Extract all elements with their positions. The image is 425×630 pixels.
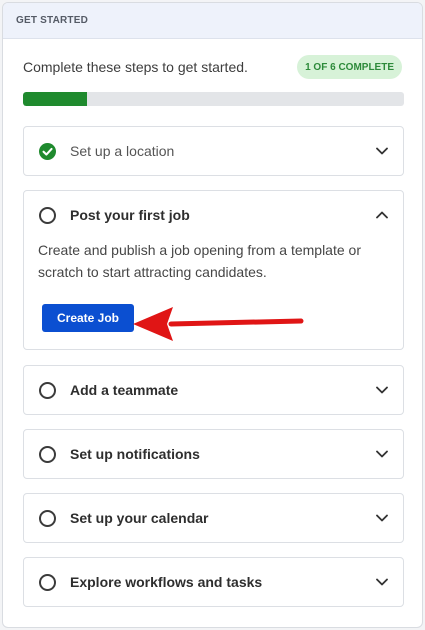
- empty-circle-icon: [39, 445, 56, 463]
- step-set-up-calendar[interactable]: Set up your calendar: [23, 493, 404, 543]
- chevron-down-icon[interactable]: [375, 575, 389, 589]
- create-job-button[interactable]: Create Job: [42, 304, 134, 332]
- chevron-up-icon[interactable]: [375, 208, 389, 222]
- step-header[interactable]: Explore workflows and tasks: [24, 558, 403, 606]
- step-label: Add a teammate: [70, 382, 179, 398]
- intro-row: Complete these steps to get started. 1 O…: [23, 54, 402, 80]
- step-header[interactable]: Post your first job: [24, 191, 403, 239]
- step-add-teammate[interactable]: Add a teammate: [23, 365, 404, 415]
- chevron-down-icon[interactable]: [375, 447, 389, 461]
- step-header[interactable]: Set up a location: [24, 127, 403, 175]
- chevron-down-icon[interactable]: [375, 511, 389, 525]
- annotation-arrow-icon: [133, 307, 304, 341]
- step-header[interactable]: Set up notifications: [24, 430, 403, 478]
- step-label: Set up a location: [70, 143, 175, 159]
- progress-badge: 1 OF 6 COMPLETE: [297, 55, 402, 79]
- step-set-up-location[interactable]: Set up a location: [23, 126, 404, 176]
- step-label: Set up notifications: [70, 446, 200, 462]
- step-description: Create and publish a job opening from a …: [38, 242, 361, 280]
- panel-title: GET STARTED: [16, 15, 89, 26]
- step-header[interactable]: Add a teammate: [24, 366, 403, 414]
- step-header[interactable]: Set up your calendar: [24, 494, 403, 542]
- panel-header: GET STARTED: [3, 3, 422, 39]
- step-explore-workflows[interactable]: Explore workflows and tasks: [23, 557, 404, 607]
- check-circle-icon: [39, 142, 56, 160]
- empty-circle-icon: [39, 381, 56, 399]
- step-body: Create and publish a job opening from a …: [24, 239, 403, 283]
- get-started-panel: GET STARTED Complete these steps to get …: [2, 2, 423, 628]
- chevron-down-icon[interactable]: [375, 144, 389, 158]
- empty-circle-icon: [39, 573, 56, 591]
- intro-text: Complete these steps to get started.: [23, 59, 248, 75]
- step-set-up-notifications[interactable]: Set up notifications: [23, 429, 404, 479]
- empty-circle-icon: [39, 206, 56, 224]
- step-label: Set up your calendar: [70, 510, 209, 526]
- step-label: Post your first job: [70, 207, 190, 223]
- empty-circle-icon: [39, 509, 56, 527]
- chevron-down-icon[interactable]: [375, 383, 389, 397]
- progress-bar: [23, 92, 404, 106]
- step-label: Explore workflows and tasks: [70, 574, 263, 590]
- progress-bar-fill: [23, 92, 87, 106]
